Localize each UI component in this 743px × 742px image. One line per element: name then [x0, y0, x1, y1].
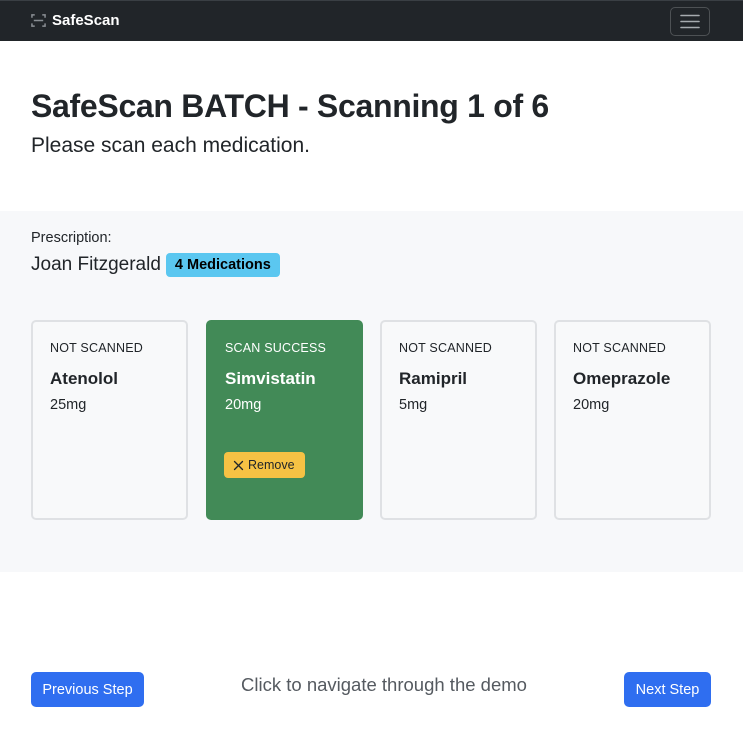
patient-row: Joan Fitzgerald 4 Medications	[31, 253, 280, 277]
demo-hint: Click to navigate through the demo	[241, 674, 527, 695]
scan-status: NOT SCANNED	[50, 341, 143, 355]
medication-name: Atenolol	[50, 369, 118, 388]
medication-name: Ramipril	[399, 369, 468, 388]
medication-name: Simvistatin	[225, 369, 316, 388]
page-subtitle: Please scan each medication.	[31, 134, 310, 157]
medication-count-badge: 4 Medications	[165, 253, 280, 277]
navbar-toggle-button[interactable]	[670, 7, 710, 36]
remove-button[interactable]: Remove	[224, 452, 305, 478]
page-title: SafeScan BATCH - Scanning 1 of 6	[31, 88, 549, 124]
prescription-label: Prescription:	[31, 230, 112, 246]
medication-dose: 25mg	[50, 397, 87, 413]
scan-status: SCAN SUCCESS	[225, 341, 327, 355]
scan-icon	[31, 14, 46, 27]
patient-name: Joan Fitzgerald	[31, 254, 161, 275]
brand-name: SafeScan	[52, 12, 120, 29]
close-icon	[233, 460, 244, 470]
prescription-panel: Prescription: Joan Fitzgerald 4 Medicati…	[0, 211, 743, 572]
medication-card: NOT SCANNED Omeprazole 20mg	[554, 320, 711, 520]
remove-label: Remove	[248, 458, 295, 472]
medication-card: SCAN SUCCESS Simvistatin 20mg Remove	[206, 320, 363, 520]
brand-link[interactable]: SafeScan	[31, 12, 120, 29]
scan-status: NOT SCANNED	[399, 341, 492, 355]
medication-card: NOT SCANNED Atenolol 25mg	[31, 320, 188, 520]
top-navbar: SafeScan	[0, 0, 743, 41]
scan-status: NOT SCANNED	[573, 341, 666, 355]
previous-step-button[interactable]: Previous Step	[31, 672, 144, 707]
next-step-button[interactable]: Next Step	[624, 672, 711, 707]
medication-dose: 5mg	[399, 397, 428, 413]
medication-card: NOT SCANNED Ramipril 5mg	[380, 320, 537, 520]
hamburger-menu-icon	[680, 14, 700, 29]
medication-name: Omeprazole	[573, 369, 671, 388]
medication-dose: 20mg	[225, 397, 262, 413]
medication-dose: 20mg	[573, 397, 610, 413]
